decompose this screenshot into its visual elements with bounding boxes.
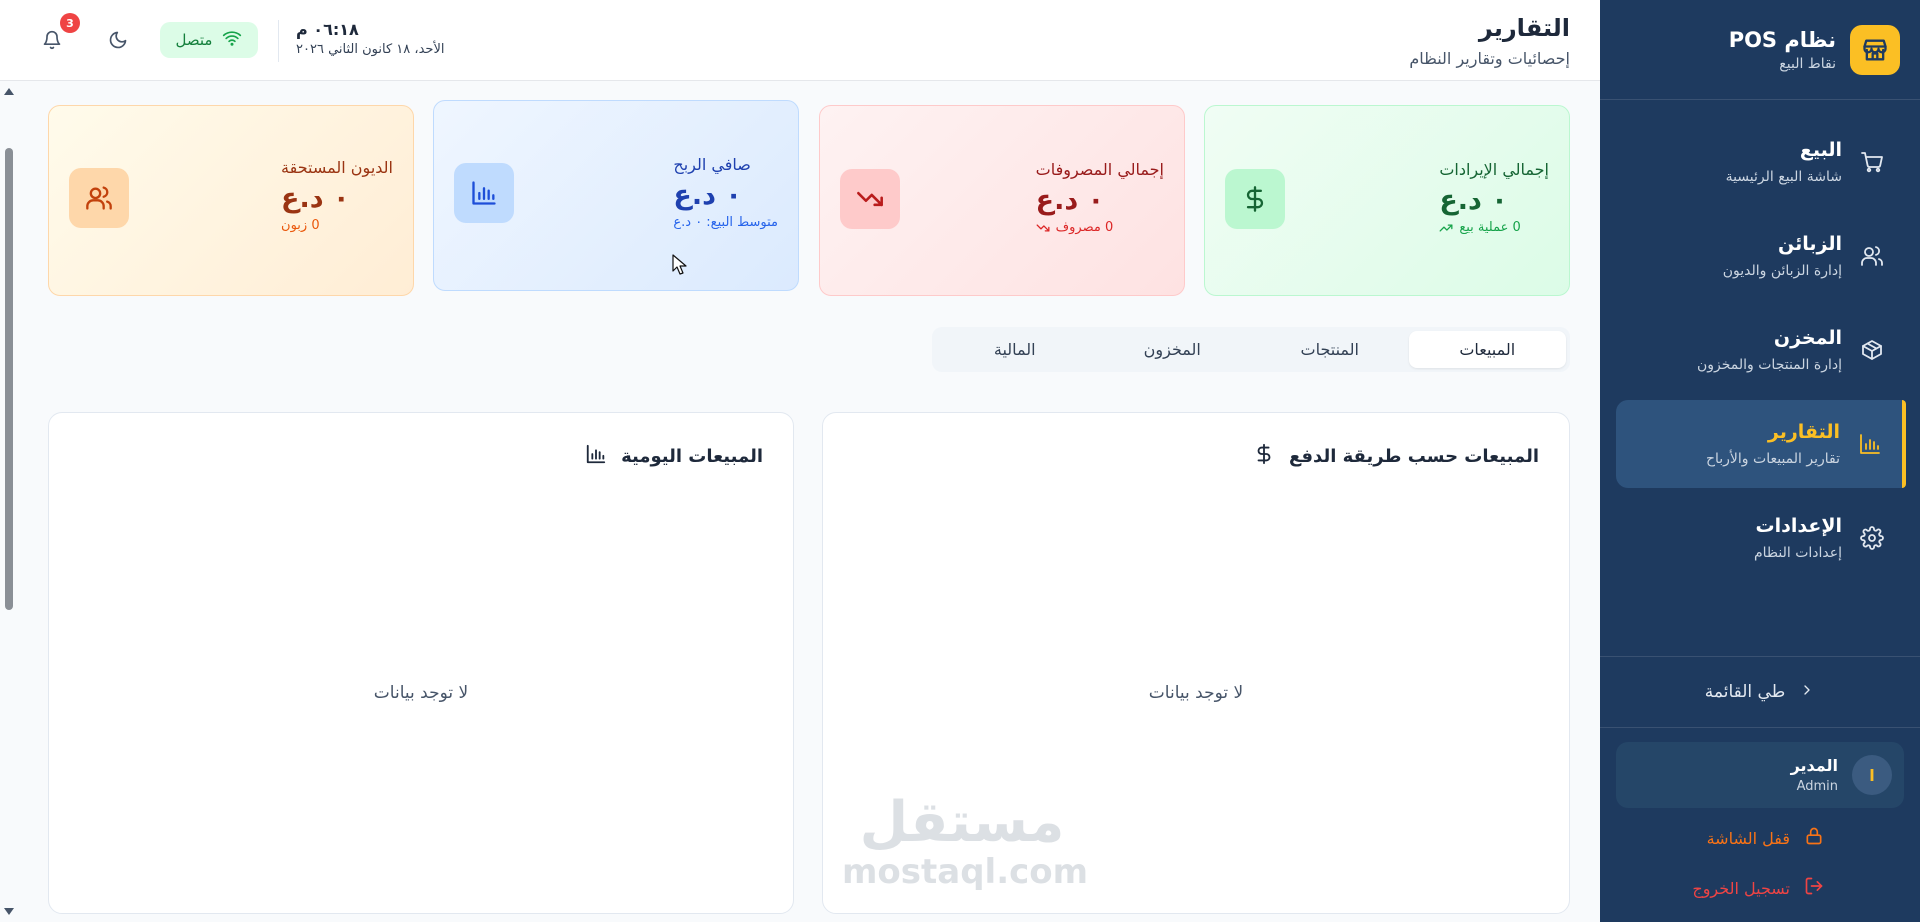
bar-chart-icon (1856, 430, 1884, 458)
dollar-icon (1225, 169, 1285, 229)
sidebar-nav: البيع شاشة البيع الرئيسية الزبائن إدارة … (1600, 100, 1920, 582)
user-card: ا المدير Admin (1616, 742, 1904, 808)
collapse-menu-label: طي القائمة (1704, 682, 1786, 702)
logout-button[interactable]: تسجيل الخروج (1692, 876, 1824, 900)
stat-card-debts: الديون المستحقة ٠ د.ع 0 زبون (48, 105, 414, 296)
watermark-arabic: مستقل (859, 790, 1065, 855)
panel-title: المبيعات حسب طريقة الدفع (1288, 445, 1539, 467)
logout-label: تسجيل الخروج (1692, 878, 1790, 898)
report-tabs: المبيعات المنتجات المخزون المالية (932, 327, 1570, 372)
sidebar-item-label: المخزن (1773, 327, 1842, 349)
notification-count-badge: 3 (60, 13, 80, 33)
clock-date: الأحد، ١٨ كانون الثاني ٢٠٢٦ (296, 42, 445, 57)
stat-note-text: 0 مصروف (1055, 220, 1114, 235)
user-role: Admin (1796, 779, 1838, 794)
stat-note: 0 مصروف (1036, 220, 1114, 235)
bar-chart-icon (454, 163, 514, 223)
brand-title: نظام POS (1728, 27, 1836, 52)
brand: نظام POS نقاط البيع (1600, 0, 1920, 100)
bell-icon (42, 30, 62, 54)
connection-status-label: متصل (175, 31, 213, 49)
cart-icon (1858, 148, 1886, 176)
scroll-up-arrow-icon[interactable] (4, 88, 14, 95)
tab-sales[interactable]: المبيعات (1408, 331, 1566, 368)
trending-down-icon (1036, 223, 1050, 232)
logout-icon (1804, 876, 1824, 900)
wifi-icon (222, 28, 242, 52)
sidebar-item-sales[interactable]: البيع شاشة البيع الرئيسية (1616, 118, 1904, 206)
empty-state-text: لا توجد بيانات (373, 683, 469, 703)
stat-value: ٠ د.ع (1439, 185, 1508, 216)
gear-icon (1858, 524, 1886, 552)
stat-card-revenue: إجمالي الإيرادات ٠ د.ع 0 عملية بيع (1204, 105, 1570, 296)
stat-card-expenses: إجمالي المصروفات ٠ د.ع 0 مصروف (819, 105, 1185, 296)
tab-finance[interactable]: المالية (936, 331, 1094, 368)
sidebar-item-label: الزبائن (1778, 233, 1842, 255)
collapse-menu-button[interactable]: طي القائمة (1600, 656, 1920, 728)
chevron-right-icon (1799, 682, 1815, 702)
clock-time: ٠٦:١٨ م (296, 20, 359, 39)
user-name: المدير (1790, 756, 1838, 775)
lock-screen-label: قفل الشاشة (1706, 828, 1790, 848)
page-subtitle: إحصائيات وتقارير النظام (1409, 49, 1570, 68)
stat-card-net-profit: صافي الربح ٠ د.ع متوسط البيع: ٠ د.ع (433, 100, 799, 291)
stat-value: ٠ د.ع (1035, 185, 1105, 216)
tab-products[interactable]: المنتجات (1251, 331, 1409, 368)
sidebar-item-inventory[interactable]: المخزن إدارة المنتجات والمخزون (1616, 306, 1904, 394)
sidebar-item-desc: إعدادات النظام (1753, 545, 1842, 561)
empty-state-text: لا توجد بيانات (1148, 683, 1244, 703)
stat-note-text: 0 عملية بيع (1459, 220, 1521, 235)
store-icon (1850, 24, 1900, 75)
sidebar-item-label: التقارير (1767, 421, 1840, 443)
watermark: مستقل mostaql.com (842, 790, 1089, 903)
sidebar-item-reports[interactable]: التقارير تقارير المبيعات والأرباح (1616, 400, 1906, 488)
sidebar: نظام POS نقاط البيع البيع شاشة البيع الر… (1600, 0, 1920, 922)
box-icon (1858, 336, 1886, 364)
bar-chart-icon (585, 443, 607, 469)
header-divider (278, 20, 279, 62)
sidebar-item-desc: إدارة الزبائن والديون (1722, 263, 1842, 279)
lock-icon (1804, 826, 1824, 850)
stat-title: إجمالي الإيرادات (1439, 160, 1549, 179)
clock: ٠٦:١٨ م الأحد، ١٨ كانون الثاني ٢٠٢٦ (296, 20, 496, 57)
page-title: التقارير (1478, 14, 1570, 42)
sidebar-item-label: الإعدادات (1755, 515, 1842, 537)
page-scrollbar[interactable] (0, 82, 16, 922)
sidebar-item-desc: شاشة البيع الرئيسية (1725, 169, 1842, 185)
stat-note: 0 زبون (281, 218, 320, 233)
stat-note: 0 عملية بيع (1439, 220, 1521, 235)
scrollbar-thumb[interactable] (5, 148, 13, 610)
watermark-latin: mostaql.com (842, 852, 1089, 892)
sidebar-item-desc: تقارير المبيعات والأرباح (1705, 451, 1840, 467)
stat-title: الديون المستحقة (281, 158, 393, 177)
trending-up-icon (1439, 223, 1453, 232)
brand-subtitle: نقاط البيع (1779, 55, 1836, 72)
scroll-down-arrow-icon[interactable] (4, 908, 14, 915)
stat-title: إجمالي المصروفات (1035, 160, 1164, 179)
sidebar-item-label: البيع (1799, 139, 1842, 161)
dark-mode-toggle[interactable] (104, 28, 132, 56)
stat-title: صافي الربح (673, 155, 751, 174)
notifications-button[interactable]: 3 (38, 13, 80, 56)
moon-icon (108, 30, 128, 54)
panel-title: المبيعات اليومية (621, 445, 763, 467)
stat-note: متوسط البيع: ٠ د.ع (673, 215, 778, 230)
sidebar-item-customers[interactable]: الزبائن إدارة الزبائن والديون (1616, 212, 1904, 300)
daily-sales-panel: المبيعات اليومية لا توجد بيانات (48, 412, 794, 914)
stat-value: ٠ د.ع (673, 180, 742, 211)
lock-screen-button[interactable]: قفل الشاشة (1707, 826, 1824, 850)
top-header: التقارير إحصائيات وتقارير النظام ٠٦:١٨ م… (0, 0, 1600, 81)
stat-value: ٠ د.ع (281, 183, 350, 214)
users-icon (69, 168, 129, 228)
avatar: ا (1852, 755, 1892, 795)
users-icon (1858, 242, 1886, 270)
sidebar-item-settings[interactable]: الإعدادات إعدادات النظام (1616, 494, 1904, 582)
trending-down-icon (840, 169, 900, 229)
mouse-cursor-icon (672, 254, 687, 275)
sidebar-item-desc: إدارة المنتجات والمخزون (1696, 357, 1842, 373)
connection-status-badge: متصل (160, 22, 258, 58)
tab-inventory[interactable]: المخزون (1094, 331, 1252, 368)
dollar-icon (1253, 443, 1275, 469)
